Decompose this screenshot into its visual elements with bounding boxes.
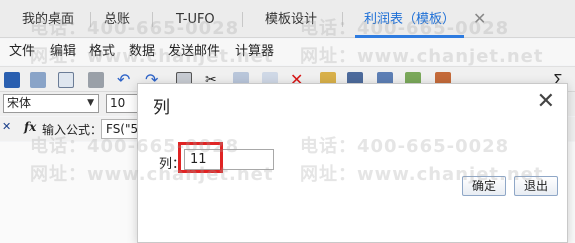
exit-button[interactable]: 退出: [514, 176, 558, 196]
save-icon[interactable]: [4, 72, 20, 88]
tab-close-icon[interactable]: ✕: [473, 0, 486, 38]
menu-calculator[interactable]: 计算器: [235, 39, 274, 65]
highlight-box: [178, 142, 223, 173]
menu-edit[interactable]: 编辑: [50, 39, 76, 65]
copy-doc-icon[interactable]: [30, 72, 46, 88]
chevron-down-icon: ▼: [87, 98, 94, 108]
font-name-value: 宋体: [7, 96, 32, 110]
tab-income-statement[interactable]: 利润表（模板）: [355, 0, 464, 38]
print-preview-icon[interactable]: [58, 72, 74, 88]
undo-icon[interactable]: ↶: [117, 72, 133, 88]
close-icon[interactable]: ✕: [537, 88, 555, 116]
ok-button[interactable]: 确定: [462, 176, 506, 196]
menu-format[interactable]: 格式: [89, 39, 115, 65]
menu-bar: 文件 编辑 格式 数据 发送邮件 计算器: [0, 39, 575, 65]
tab-bar: 我的桌面 总账 T-UFO 模板设计 利润表（模板） ✕: [0, 0, 575, 38]
print-icon[interactable]: [88, 72, 104, 88]
font-name-select[interactable]: 宋体 ▼: [3, 94, 99, 113]
tab-template-design[interactable]: 模板设计: [265, 0, 317, 38]
formula-label: 输入公式：: [42, 123, 103, 137]
menu-file[interactable]: 文件: [9, 39, 35, 65]
function-icon[interactable]: fx: [24, 120, 36, 134]
cancel-formula-icon[interactable]: ✕: [2, 120, 11, 133]
menu-data[interactable]: 数据: [129, 39, 155, 65]
tab-separator: [90, 12, 91, 27]
tab-separator: [152, 12, 153, 27]
tab-separator: [342, 12, 343, 27]
column-dialog: 列 ✕ 列： 11 确定 退出: [137, 83, 568, 243]
tab-my-desktop[interactable]: 我的桌面: [22, 0, 74, 38]
tab-general-ledger[interactable]: 总账: [104, 0, 130, 38]
font-size-value: 10: [110, 96, 126, 110]
tab-separator: [242, 12, 243, 27]
menu-send-email[interactable]: 发送邮件: [168, 39, 220, 65]
dialog-title: 列: [153, 98, 170, 118]
tab-t-ufo[interactable]: T-UFO: [176, 0, 215, 38]
